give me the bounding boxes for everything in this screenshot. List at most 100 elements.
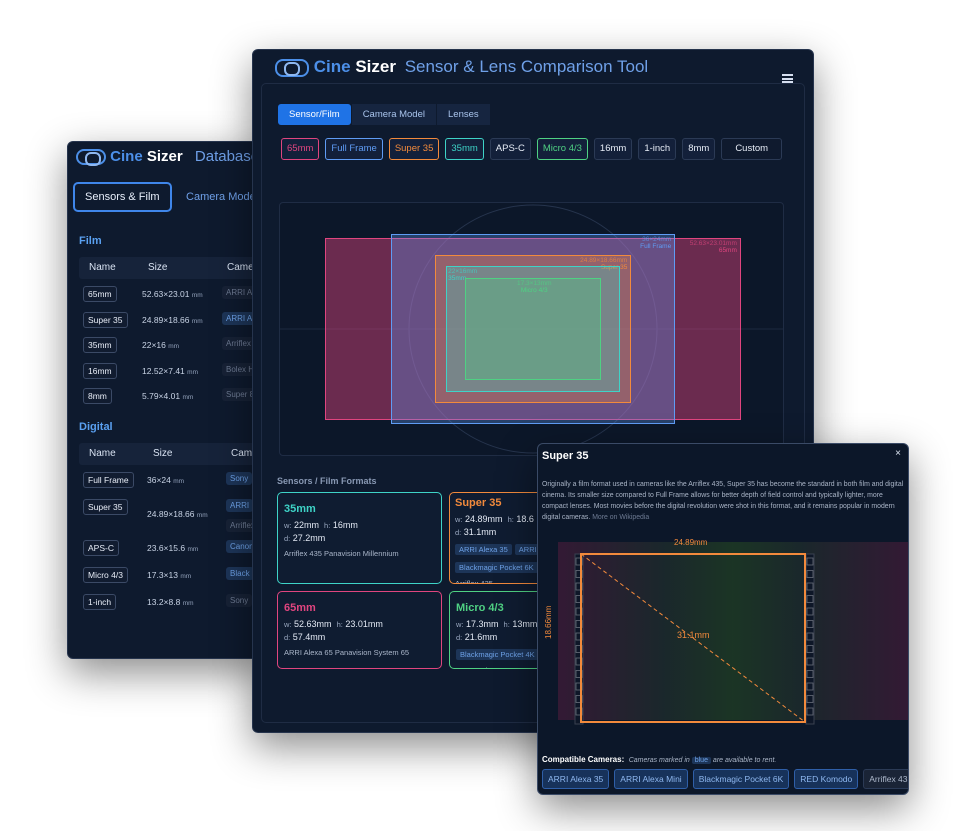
tab-sensor-film[interactable]: Sensor/Film: [278, 104, 351, 125]
format-name-pill[interactable]: APS-C: [83, 540, 119, 556]
format-button-full-frame[interactable]: Full Frame: [325, 138, 383, 160]
camera-tag[interactable]: Blackmagic Pocket 6K: [455, 562, 538, 573]
table-row[interactable]: Super 35 24.89×18.66 mm ARRI Arriflex: [79, 497, 266, 532]
modal-title: Super 35: [542, 450, 589, 462]
format-size: 24.89×18.66 mm: [142, 315, 203, 325]
format-name-pill[interactable]: 1-inch: [83, 594, 117, 610]
h-label: h:: [336, 620, 343, 629]
w-label: w:: [455, 515, 463, 524]
d-label: d:: [455, 528, 462, 537]
sensor-overlay-visualization: 52.63×23.01mm 65mm 36×24mm Full Frame 24.89×…: [279, 202, 784, 456]
format-size: 23.6×15.6 mm: [147, 543, 198, 553]
size-value: 5.79×4.01: [142, 391, 181, 401]
camera-button[interactable]: Arriflex 435: [863, 769, 908, 789]
modal-description: Originally a film format used in cameras…: [542, 479, 907, 523]
format-card-65mm[interactable]: 65mm w: 52.63mm h: 23.01mm d: 57.4mm ARRI A…: [277, 591, 442, 669]
card-title: 35mm: [284, 503, 316, 515]
format-name-pill[interactable]: 8mm: [83, 388, 112, 404]
size-value: 24.89×18.66: [142, 314, 190, 325]
table-row[interactable]: Full Frame 36×24 mm Sony: [79, 470, 266, 490]
format-button-micro-4-3[interactable]: Micro 4/3: [536, 138, 588, 160]
col-size: Size: [148, 262, 168, 273]
size-value: 17.3×13: [147, 570, 178, 580]
size-unit: mm: [191, 317, 203, 325]
width-dimension-label: 24.89mm: [674, 538, 708, 547]
format-button-custom[interactable]: Custom: [721, 138, 783, 160]
camera-tag[interactable]: Arriflex: [222, 337, 255, 350]
camera-tag[interactable]: Sony: [226, 594, 253, 607]
table-row[interactable]: 65mm 52.63×23.01 mm ARRI A: [79, 284, 266, 304]
main-tabs: Sensor/Film Camera Model Lenses: [278, 104, 491, 125]
table-row[interactable]: 1-inch 13.2×8.8 mm Sony: [79, 592, 266, 612]
format-size: 5.79×4.01 mm: [142, 391, 193, 401]
width-value: 24.89mm: [465, 514, 503, 524]
rent-note-blue: blue: [691, 757, 711, 764]
format-name-pill[interactable]: 35mm: [83, 337, 117, 353]
card-measurements: w: 22mm h: 16mm d: 27.2mm: [284, 519, 435, 545]
table-row[interactable]: 16mm 12.52×7.41 mm Bolex H: [79, 361, 266, 381]
brand-cine: Cine: [110, 148, 143, 165]
size-value: 23.6×15.6: [147, 543, 186, 553]
db-section-title: Database: [194, 148, 260, 165]
formats-section-title: Sensors / Film Formats: [277, 476, 377, 486]
app-subtitle: Sensor & Lens Comparison Tool: [404, 57, 649, 76]
format-name-pill[interactable]: 65mm: [83, 286, 117, 302]
database-window: Cine Sizer Database Sensors & Film Camer…: [67, 141, 267, 659]
table-row[interactable]: APS-C 23.6×15.6 mm Canon: [79, 538, 266, 558]
camera-tag[interactable]: ARRI Alexa 35: [455, 544, 512, 555]
format-card-35mm[interactable]: 35mm w: 22mm h: 16mm d: 27.2mm Arriflex 435…: [277, 492, 442, 584]
camera-button[interactable]: ARRI Alexa Mini: [614, 769, 688, 789]
format-button-1-inch[interactable]: 1-inch: [638, 138, 677, 160]
brand-cine: Cine: [313, 57, 351, 76]
format-name-pill[interactable]: Super 35: [83, 499, 128, 515]
rent-note-post: are available to rent.: [712, 757, 777, 764]
sensor-dims: 17.3×13mm: [517, 279, 552, 287]
format-name-pill[interactable]: Full Frame: [83, 472, 134, 488]
tab-lenses[interactable]: Lenses: [437, 104, 490, 125]
table-row[interactable]: 35mm 22×16 mm Arriflex: [79, 335, 266, 355]
diagonal-value: 31.1mm: [463, 527, 497, 537]
size-value: 12.52×7.41: [142, 365, 185, 376]
camera-tag[interactable]: Blackmagic Pocket 4K: [456, 649, 539, 660]
table-row[interactable]: Micro 4/3 17.3×13 mm Black: [79, 565, 266, 585]
sensor-dims: 36×24mm: [642, 236, 672, 244]
format-button-super-35[interactable]: Super 35: [388, 138, 440, 160]
diagonal-value: 27.2mm: [292, 533, 326, 543]
format-name-pill[interactable]: Micro 4/3: [83, 567, 128, 583]
camera-tag[interactable]: ARRI: [226, 499, 254, 512]
table-row[interactable]: Super 35 24.89×18.66 mm ARRI A: [79, 310, 266, 330]
tab-sensors-film[interactable]: Sensors & Film: [73, 182, 172, 212]
format-size: 52.63×23.01 mm: [142, 289, 203, 299]
d-label: d:: [284, 534, 291, 543]
film-camera-icon: [76, 149, 106, 167]
format-size: 12.52×7.41 mm: [142, 366, 198, 376]
format-name-pill[interactable]: Super 35: [83, 311, 128, 328]
format-button-65mm[interactable]: 65mm: [281, 138, 320, 160]
camera-button[interactable]: RED Komodo: [794, 769, 859, 789]
w-label: w:: [284, 620, 292, 629]
size-unit: mm: [173, 478, 185, 485]
format-button-35mm[interactable]: 35mm: [445, 138, 484, 160]
format-button-aps-c[interactable]: APS-C: [489, 138, 531, 160]
card-measurements: w: 52.63mm h: 23.01mm d: 57.4mm: [284, 618, 435, 644]
camera-button[interactable]: ARRI Alexa 35: [542, 769, 610, 789]
table-row[interactable]: 8mm 5.79×4.01 mm Super 8: [79, 386, 266, 406]
diagonal-value: 21.6mm: [464, 632, 498, 642]
close-icon[interactable]: ×: [895, 448, 901, 459]
compat-title: Compatible Cameras:: [542, 755, 625, 764]
size-unit: mm: [182, 600, 194, 607]
sensor-dims: 52.63×23.01mm: [689, 240, 737, 248]
camera-tag[interactable]: Black: [226, 567, 254, 580]
wikipedia-link[interactable]: More on Wikipedia: [592, 514, 649, 521]
format-button-16mm[interactable]: 16mm: [593, 138, 633, 160]
height-value: 23.01mm: [345, 619, 383, 629]
col-size: Size: [153, 448, 173, 459]
camera-tag[interactable]: Sony: [226, 472, 253, 485]
brand-sizer: Sizer: [355, 57, 396, 76]
size-unit: mm: [191, 292, 203, 299]
hamburger-menu-icon[interactable]: [782, 74, 793, 83]
format-name-pill[interactable]: 16mm: [83, 362, 117, 379]
tab-camera-model[interactable]: Camera Model: [351, 104, 436, 125]
format-button-8mm[interactable]: 8mm: [682, 138, 716, 160]
camera-button[interactable]: Blackmagic Pocket 6K: [692, 769, 790, 789]
